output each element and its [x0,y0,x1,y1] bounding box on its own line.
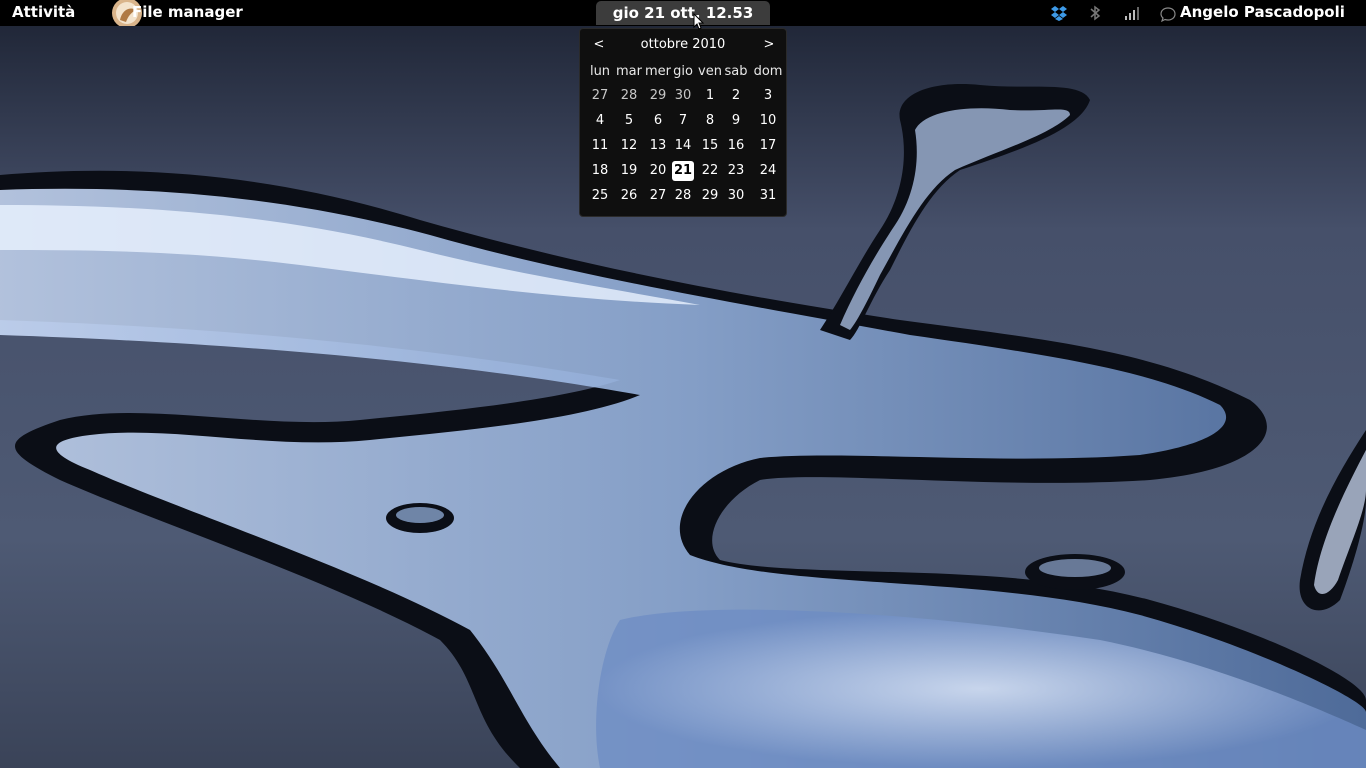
calendar-day[interactable]: 27 [589,86,611,106]
calendar-day[interactable]: 23 [725,161,747,181]
calendar-day[interactable]: 17 [757,136,779,156]
calendar-day[interactable]: 14 [672,136,694,156]
calendar-day[interactable]: 6 [647,111,669,131]
top-panel: Attività File manager gio 21 ott, 12.53 [0,0,1366,26]
calendar-day[interactable]: 11 [589,136,611,156]
clock-button[interactable]: gio 21 ott, 12.53 [596,1,770,25]
calendar-day[interactable]: 16 [725,136,747,156]
bluetooth-icon[interactable] [1086,4,1104,22]
network-signal-icon[interactable] [1123,4,1141,22]
next-month-button[interactable]: > [762,37,776,52]
calendar-day[interactable]: 12 [618,136,640,156]
desktop[interactable]: Attività File manager gio 21 ott, 12.53 [0,0,1366,768]
calendar-day[interactable]: 2 [725,86,747,106]
user-status-icon [1158,4,1178,24]
calendar-day[interactable]: 28 [618,86,640,106]
calendar-day[interactable]: 20 [647,161,669,181]
calendar-day[interactable]: 30 [672,86,694,106]
calendar-day[interactable]: 29 [699,186,721,206]
calendar-day[interactable]: 10 [757,111,779,131]
calendar-popup: < ottobre 2010 > lun mar mer gio ven sab dom 2… [579,28,787,217]
calendar-day[interactable]: 9 [725,111,747,131]
weekday-header: mar [616,64,642,79]
clock-label: gio 21 ott, 12.53 [612,4,754,22]
calendar-day[interactable]: 18 [589,161,611,181]
calendar-day[interactable]: 15 [699,136,721,156]
mouse-cursor-icon [693,13,705,30]
calendar-month-title: ottobre 2010 [640,37,726,52]
calendar-day[interactable]: 27 [647,186,669,206]
calendar-day[interactable]: 26 [618,186,640,206]
calendar-day[interactable]: 1 [699,86,721,106]
calendar-day[interactable]: 4 [589,111,611,131]
user-name-label: Angelo Pascadopoli [1180,3,1345,21]
dropbox-icon[interactable] [1050,4,1068,22]
calendar-day[interactable]: 28 [672,186,694,206]
calendar-day[interactable]: 29 [647,86,669,106]
prev-month-button[interactable]: < [592,37,606,52]
calendar-day[interactable]: 30 [725,186,747,206]
calendar-day[interactable]: 25 [589,186,611,206]
calendar-day[interactable]: 22 [699,161,721,181]
calendar-day[interactable]: 31 [757,186,779,206]
weekday-header: lun [589,64,611,79]
calendar-day[interactable]: 19 [618,161,640,181]
weekday-header: dom [753,64,783,79]
calendar-header: < ottobre 2010 > [580,37,786,55]
activities-label: Attività [12,3,76,21]
calendar-day[interactable]: 13 [647,136,669,156]
calendar-day[interactable]: 3 [757,86,779,106]
weekday-header: sab [724,64,748,79]
calendar-day-today[interactable]: 21 [672,161,694,181]
calendar-day[interactable]: 7 [672,111,694,131]
activities-button[interactable]: Attività [12,3,75,22]
calendar-day[interactable]: 5 [618,111,640,131]
app-menu-label: File manager [132,3,243,21]
calendar-day[interactable]: 24 [757,161,779,181]
calendar-day[interactable]: 8 [699,111,721,131]
